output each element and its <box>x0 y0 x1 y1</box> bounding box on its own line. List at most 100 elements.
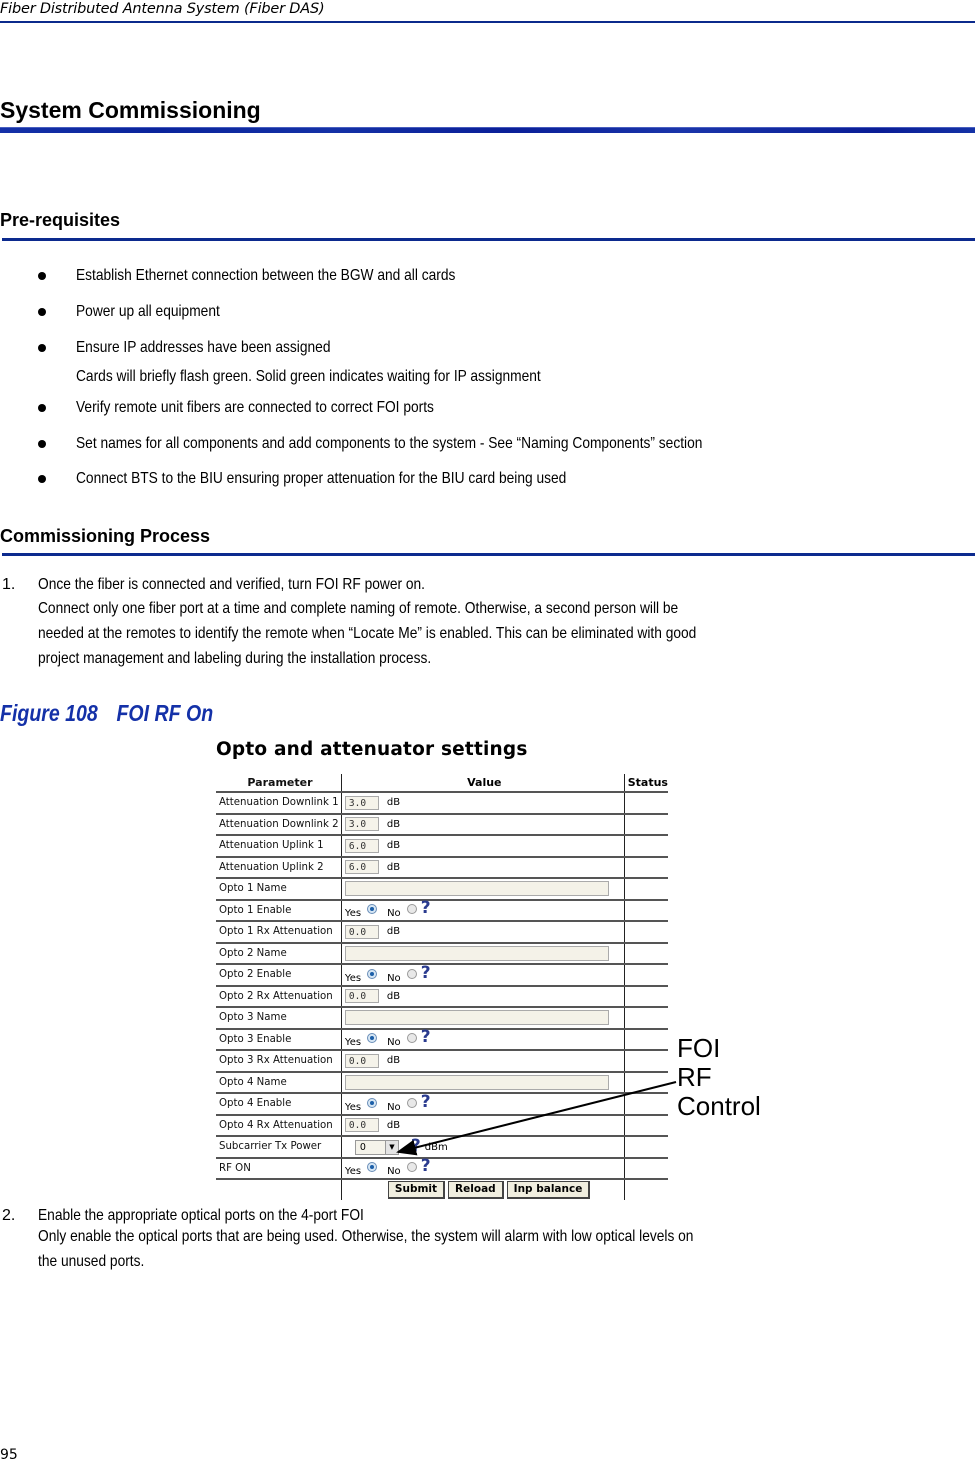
step-line: project management and labeling during t… <box>38 650 432 667</box>
status-cell <box>624 1007 668 1030</box>
chevron-down-icon[interactable]: ▼ <box>384 1140 398 1154</box>
table-row: Opto 2 Name <box>216 942 668 965</box>
help-icon[interactable]: ? <box>421 1093 431 1110</box>
radio-yes[interactable] <box>367 968 378 979</box>
power-select[interactable]: 0 ▼ <box>354 1139 399 1155</box>
parameter-cell: Opto 3 Name <box>216 1007 342 1030</box>
status-cell <box>624 1050 668 1073</box>
radio-no[interactable] <box>406 1162 417 1173</box>
value-input[interactable]: 3.0 <box>344 795 379 810</box>
radio-no-label: No <box>387 908 401 920</box>
list-item-text: Power up all equipment <box>76 303 220 320</box>
parameter-cell: Attenuation Uplink 2 <box>216 856 342 879</box>
table-row: Attenuation Uplink 2 6.0 dB <box>216 856 668 879</box>
step-line: Connect only one fiber port at a time an… <box>38 600 679 617</box>
table-row: RF ON Yes No? <box>216 1157 668 1180</box>
status-cell <box>624 856 668 879</box>
submit-button[interactable]: Submit <box>387 1180 446 1199</box>
parameter-cell: Opto 4 Name <box>216 1071 342 1094</box>
status-cell <box>624 985 668 1008</box>
value-cell: 0.0 dB <box>341 985 625 1008</box>
value-input[interactable]: 6.0 <box>344 838 379 853</box>
value-input[interactable]: 0.0 <box>344 1053 379 1068</box>
help-icon[interactable]: ? <box>421 900 431 917</box>
radio-no[interactable] <box>406 1033 417 1044</box>
running-header: Fiber Distributed Antenna System (Fiber … <box>0 1 325 17</box>
bullet-icon <box>38 308 46 316</box>
parameter-cell: Opto 2 Name <box>216 942 342 965</box>
status-cell <box>624 835 668 858</box>
step-number: 2. <box>2 1207 16 1224</box>
value-cell: 0.0 dB <box>341 1114 625 1137</box>
help-icon[interactable]: ? <box>421 1158 431 1175</box>
radio-yes[interactable] <box>367 904 378 915</box>
column-header-status: Status <box>624 774 668 793</box>
process-heading: Commissioning Process <box>0 526 211 546</box>
process-rule <box>2 553 975 556</box>
radio-yes-label: Yes <box>344 1166 362 1178</box>
empty-cell <box>216 1179 342 1200</box>
name-input[interactable] <box>344 1074 609 1090</box>
value-cell: 0.0 dB <box>341 1050 625 1073</box>
step-line: the unused ports. <box>38 1253 145 1270</box>
bullet-icon <box>38 272 46 280</box>
buttons-cell: Submit Reload Inp balance <box>341 1179 625 1200</box>
radio-no[interactable] <box>406 1097 417 1108</box>
chapter-rule-highlight <box>0 127 975 128</box>
radio-yes[interactable] <box>367 1097 378 1108</box>
unit-label: dB <box>386 840 401 852</box>
column-header-value: Value <box>341 774 625 793</box>
value-cell: Yes No? <box>341 964 625 987</box>
name-input[interactable] <box>344 881 609 897</box>
help-icon[interactable]: ? <box>421 1029 431 1046</box>
list-item-text: Ensure IP addresses have been assigned <box>76 339 331 356</box>
value-input[interactable]: 0.0 <box>344 989 379 1004</box>
radio-yes[interactable] <box>367 1162 378 1173</box>
radio-no[interactable] <box>406 968 417 979</box>
table-row: Attenuation Uplink 1 6.0 dB <box>216 835 668 858</box>
status-cell <box>624 942 668 965</box>
parameter-cell: Opto 2 Rx Attenuation <box>216 985 342 1008</box>
value-cell: 6.0 dB <box>341 835 625 858</box>
status-cell <box>624 921 668 944</box>
value-input[interactable]: 6.0 <box>344 860 379 875</box>
table-row: Opto 2 Enable Yes No? <box>216 964 668 987</box>
status-cell <box>624 1114 668 1137</box>
page-number: 95 <box>0 1447 18 1463</box>
name-input[interactable] <box>344 945 609 961</box>
value-input[interactable]: 3.0 <box>344 817 379 832</box>
prerequisites-rule <box>2 238 975 241</box>
step-line: needed at the remotes to identify the re… <box>38 625 697 642</box>
radio-no-label: No <box>387 1037 401 1049</box>
bullet-icon <box>38 344 46 352</box>
figure-title: FOI RF On <box>116 700 214 726</box>
value-cell <box>341 1007 625 1030</box>
radio-no[interactable] <box>406 904 417 915</box>
help-icon[interactable]: ? <box>411 1138 421 1155</box>
value-cell: 3.0 dB <box>341 792 625 815</box>
bullet-icon <box>38 404 46 412</box>
table-row: Opto 3 Rx Attenuation 0.0 dB <box>216 1050 668 1073</box>
value-cell <box>341 1071 625 1094</box>
status-cell <box>624 1136 668 1159</box>
value-input[interactable]: 0.0 <box>344 1118 379 1133</box>
help-icon[interactable]: ? <box>421 964 431 981</box>
value-cell: Yes No? <box>341 899 625 922</box>
inp-balance-button[interactable]: Inp balance <box>506 1180 591 1199</box>
parameter-cell: Opto 3 Rx Attenuation <box>216 1050 342 1073</box>
radio-no-label: No <box>387 1101 401 1113</box>
parameter-cell: Opto 4 Rx Attenuation <box>216 1114 342 1137</box>
radio-yes[interactable] <box>367 1033 378 1044</box>
parameter-cell: Opto 2 Enable <box>216 964 342 987</box>
select-value: 0 <box>359 1141 366 1153</box>
step-number: 1. <box>2 576 16 593</box>
figure-number: Figure 108 <box>0 700 98 726</box>
parameter-cell: Opto 4 Enable <box>216 1093 342 1116</box>
name-input[interactable] <box>344 1010 609 1026</box>
status-cell <box>624 1157 668 1180</box>
value-input[interactable]: 0.0 <box>344 924 379 939</box>
list-item-text: Set names for all components and add com… <box>76 435 703 452</box>
radio-no-label: No <box>387 972 401 984</box>
table-row: Attenuation Downlink 1 3.0 dB <box>216 792 668 815</box>
reload-button[interactable]: Reload <box>448 1180 504 1199</box>
